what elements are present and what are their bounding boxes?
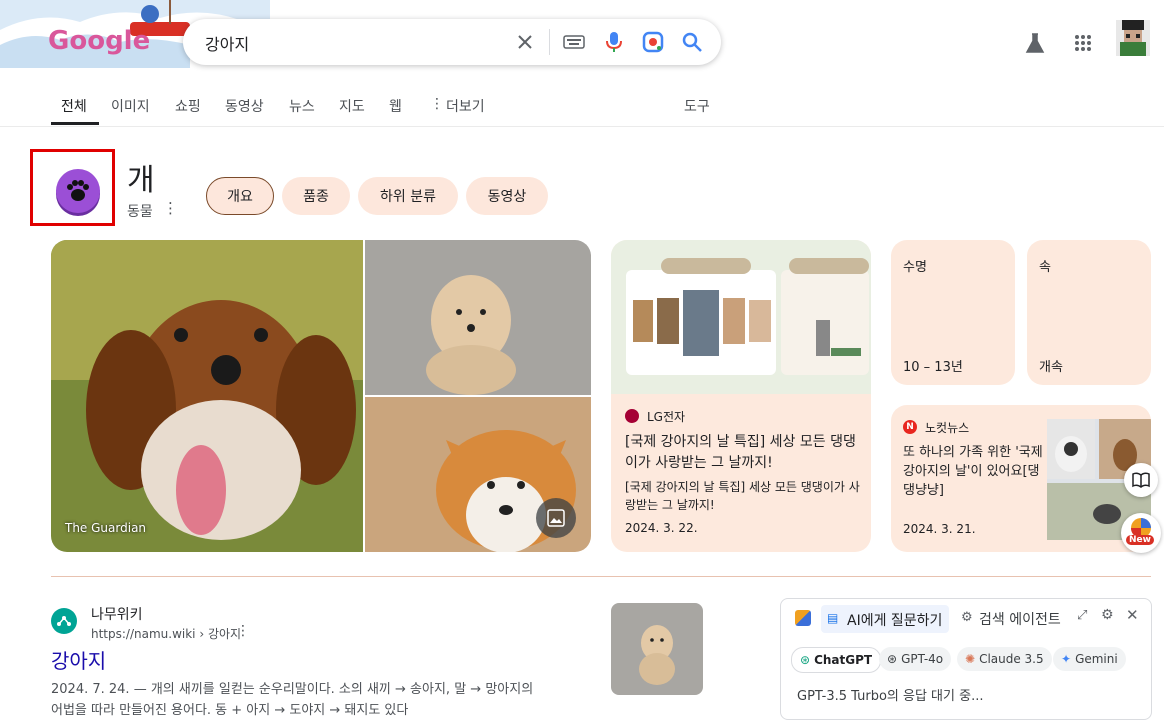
settings-gear-icon[interactable]: ⚙ [1101,607,1114,623]
image-collage[interactable]: The Guardian [51,240,591,552]
snippet-line: 2024. 7. 24. — 개의 새끼를 일컫는 순우리말이다. 소의 새끼 … [51,682,534,697]
divider [549,29,550,55]
ai-status-text: GPT-3.5 Turbo의 응답 대기 중... [797,689,984,704]
news-date: 2024. 3. 22. [625,521,698,535]
news-title[interactable]: [국제 강아지의 날 특집] 세상 모든 댕댕이가 사랑받는 그 날까지! [625,432,861,474]
model-label: GPT-4o [901,652,944,666]
tab-more[interactable]: 더보기 [446,96,485,116]
model-chatgpt[interactable]: ⊛ ChatGPT [791,647,882,673]
model-label: ChatGPT [814,653,873,667]
fact-value: 개속 [1039,360,1063,375]
chip-breeds[interactable]: 품종 [282,177,350,215]
tools-button[interactable]: 도구 [684,96,710,116]
chip-subtaxa[interactable]: 하위 분류 [358,177,458,215]
tab-videos[interactable]: 동영상 [225,96,264,116]
tab-maps[interactable]: 지도 [339,96,365,116]
tab-all[interactable]: 전체 [61,96,87,116]
chip-overview[interactable]: 개요 [206,177,274,215]
more-dots-icon[interactable]: ⋮ [430,96,444,112]
section-separator [51,576,1151,577]
header-divider [0,126,1164,127]
microphone-icon[interactable] [602,29,626,55]
agent-icon: ⚙ [961,610,973,625]
news-source: LG전자 [647,410,686,424]
news-card-sm[interactable]: N 노컷뉴스 또 하나의 가족 위한 '국제 강아지의 날'이 있어요[댕댕냥냥… [891,405,1151,552]
apps-grid-icon[interactable] [1070,30,1096,56]
tab-search-agent[interactable]: 검색 에이전트 [979,609,1061,629]
lg-logo-icon [625,409,639,423]
result-url[interactable]: https://namu.wiki › 강아지 [91,625,241,642]
search-input[interactable]: 강아지 [205,31,249,55]
tab-shopping[interactable]: 쇼핑 [175,96,201,116]
claude-icon: ✺ [965,652,976,666]
chat-icon: ▤ [827,611,839,625]
namuwiki-favicon [51,608,77,634]
lens-icon[interactable] [640,29,666,55]
keyboard-icon[interactable] [561,30,587,54]
tab-web[interactable]: 웹 [389,96,402,116]
expand-icon[interactable]: ⤢ [1077,608,1087,623]
fact-label: 수명 [903,260,927,275]
news-card-lg[interactable]: LG전자 [국제 강아지의 날 특집] 세상 모든 댕댕이가 사랑받는 그 날까… [611,240,871,552]
entity-title: 개 [127,163,155,198]
news-thumbnail [611,240,871,394]
fact-value: 10 – 13년 [903,360,963,375]
new-badge: New [1126,535,1154,545]
openai-icon: ⊛ [887,652,898,666]
model-label: Claude 3.5 [979,652,1044,666]
chatgpt-icon: ⊛ [800,653,811,667]
book-icon[interactable] [1124,463,1158,497]
chip-videos[interactable]: 동영상 [466,177,548,215]
result-more-icon[interactable]: ⋮ [236,623,250,639]
logo-text: Google [48,26,151,56]
result-snippet: 2024. 7. 24. — 개의 새끼를 일컫는 순우리말이다. 소의 새끼 … [51,679,596,721]
tab-ask-ai[interactable]: ▤ AI에게 질문하기 [821,605,949,633]
fact-card-genus[interactable]: 속 개속 [1027,240,1151,385]
model-label: Gemini [1075,652,1118,666]
clear-icon[interactable] [513,30,537,54]
tab-news[interactable]: 뉴스 [289,96,315,116]
close-icon[interactable]: ✕ [1126,606,1139,624]
dog-photos [51,240,591,552]
news-date: 2024. 3. 21. [903,522,976,536]
image-credit: The Guardian [65,521,147,535]
ai-assistant-panel: ▤ AI에게 질문하기 ⚙ 검색 에이전트 ⤢ ⚙ ✕ ⊛ ChatGPT ⊛ … [780,598,1152,720]
model-gpt4o[interactable]: ⊛ GPT-4o [879,647,952,671]
nocut-logo-icon: N [903,420,917,434]
model-gemini[interactable]: ✦ Gemini [1053,647,1126,671]
news-snippet: [국제 강아지의 날 특집] 세상 모든 댕댕이가 사랑받는 그 날까지! [625,480,860,512]
result-thumbnail[interactable] [611,603,703,695]
news-source: 노컷뉴스 [925,421,970,435]
search-icon[interactable] [679,29,705,55]
ai-logo-icon [795,610,811,626]
news-title[interactable]: 또 하나의 가족 위한 '국제 강아지의 날'이 있어요[댕댕냥냥] [903,443,1043,500]
entity-subtitle: 동물 [127,204,153,220]
active-tab-indicator [51,122,99,125]
tab-label: AI에게 질문하기 [847,613,943,629]
fact-label: 속 [1039,260,1051,275]
result-title-link[interactable]: 강아지 [51,645,106,674]
result-site-name[interactable]: 나무위키 [91,604,143,624]
snippet-line: 어법을 따라 만들어진 용어다. 동 + 아지 → 도야지 → 돼지도 있다 [51,703,409,718]
avatar[interactable] [1116,20,1150,56]
tab-images[interactable]: 이미지 [111,96,150,116]
labs-flask-icon[interactable] [1022,30,1048,56]
fact-card-lifespan[interactable]: 수명 10 – 13년 [891,240,1015,385]
ai-extension-button[interactable]: New [1121,513,1161,553]
search-box[interactable]: 강아지 [183,19,721,65]
entity-more-icon[interactable]: ⋮ [163,199,178,217]
image-gallery-icon[interactable] [536,498,576,538]
gemini-icon: ✦ [1061,652,1072,666]
model-claude[interactable]: ✺ Claude 3.5 [957,647,1052,671]
paw-icon[interactable] [56,169,100,213]
